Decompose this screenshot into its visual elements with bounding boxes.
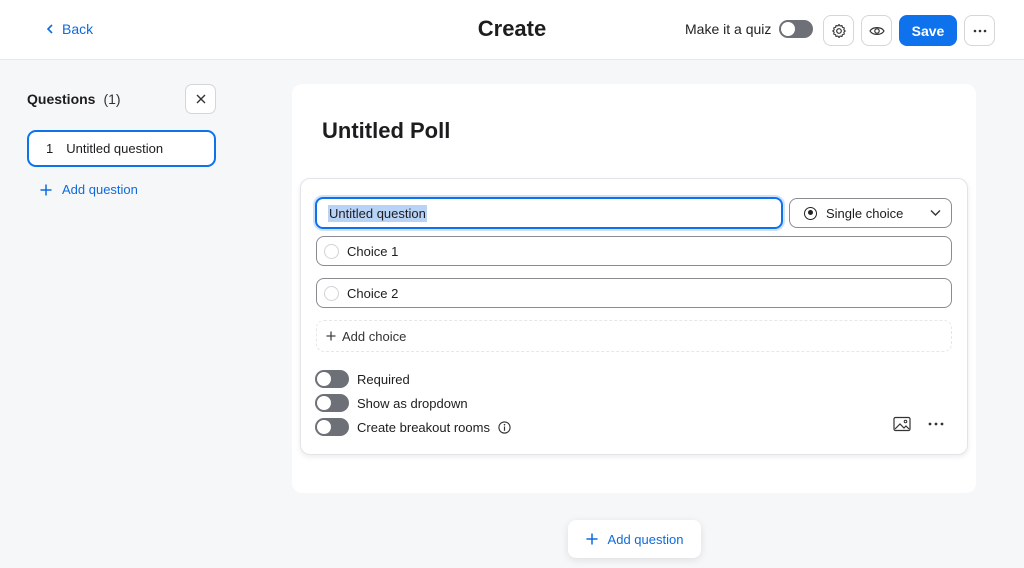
more-horizontal-icon[interactable]: [927, 418, 945, 430]
breakout-rooms-label: Create breakout rooms: [357, 419, 490, 435]
close-sidebar-button[interactable]: [185, 84, 216, 114]
question-title-input[interactable]: Untitled question: [315, 197, 783, 229]
eye-icon: [868, 26, 885, 35]
required-label: Required: [357, 371, 410, 387]
add-choice-label: Add choice: [342, 328, 407, 344]
preview-button[interactable]: [861, 15, 892, 46]
add-question-label: Add question: [607, 531, 684, 547]
show-as-dropdown-toggle[interactable]: [315, 394, 349, 412]
info-icon[interactable]: [498, 420, 511, 434]
plus-icon: [586, 533, 598, 545]
sidebar-question-item[interactable]: 1 Untitled question: [27, 130, 216, 167]
choice-label-2: Choice 2: [347, 285, 399, 301]
add-question-button[interactable]: Add question: [568, 520, 701, 558]
choice-label-1: Choice 1: [347, 243, 399, 259]
plus-icon: [326, 331, 336, 341]
chevron-down-icon: [930, 210, 941, 216]
choice-input-1[interactable]: Choice 1: [316, 236, 952, 266]
question-number: 1: [46, 141, 54, 156]
choice-input-2[interactable]: Choice 2: [316, 278, 952, 308]
question-type-label: Single choice: [826, 205, 904, 221]
more-horizontal-icon: [973, 29, 986, 32]
poll-title[interactable]: Untitled Poll: [322, 118, 450, 144]
more-options-button[interactable]: [964, 15, 995, 46]
radio-icon: [804, 206, 817, 220]
question-title-text: Untitled question: [328, 204, 427, 222]
header-bar: Back Create Make it a quiz Save: [0, 0, 1024, 60]
questions-heading: Questions (1): [27, 91, 121, 107]
sidebar-add-question-label: Add question: [62, 182, 138, 197]
dropdown-option: Show as dropdown: [315, 394, 468, 412]
save-button[interactable]: Save: [899, 15, 957, 46]
choice-radio-2: [324, 285, 339, 301]
quiz-toggle[interactable]: [779, 20, 814, 38]
questions-title: Questions: [27, 91, 96, 107]
questions-count: (1): [103, 91, 121, 107]
required-option: Required: [315, 370, 410, 388]
add-choice-button[interactable]: Add choice: [316, 320, 952, 352]
breakout-rooms-toggle[interactable]: [315, 418, 349, 436]
image-icon[interactable]: [893, 416, 911, 432]
gear-icon: [831, 23, 846, 38]
plus-icon: [40, 184, 52, 195]
quiz-toggle-group: Make it a quiz: [685, 20, 814, 38]
show-as-dropdown-label: Show as dropdown: [357, 395, 468, 411]
back-label: Back: [62, 21, 94, 37]
quiz-label: Make it a quiz: [685, 21, 772, 37]
back-button[interactable]: Back: [46, 21, 93, 37]
choice-radio-1: [324, 243, 339, 259]
breakout-option: Create breakout rooms: [315, 418, 511, 436]
chevron-left-icon: [46, 24, 53, 34]
sidebar-question-label: Untitled question: [66, 141, 164, 156]
close-icon: [196, 94, 205, 104]
settings-button[interactable]: [823, 15, 854, 46]
sidebar-add-question-button[interactable]: Add question: [40, 182, 138, 197]
required-toggle[interactable]: [315, 370, 349, 388]
question-type-select[interactable]: Single choice: [789, 198, 952, 228]
